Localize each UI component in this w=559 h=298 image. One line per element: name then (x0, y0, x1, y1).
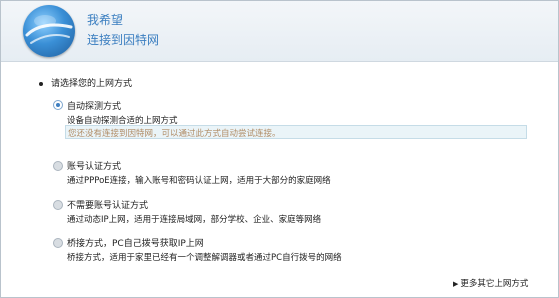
header-subtitle: 连接到因特网 (87, 33, 160, 47)
option-dynamic-ip-desc: 通过动态IP上网，适用于连接局域网，部分学校、企业、家庭等网络 (67, 215, 322, 225)
radio-bridge[interactable] (53, 238, 63, 248)
header-title: 我希望 (87, 13, 124, 27)
bullet-dot (39, 81, 43, 86)
select-method-prompt: 请选择您的上网方式 (39, 76, 132, 89)
option-bridge-desc: 桥接方式，适用于家里已经有一个调整解调器或者通过PC自行拨号的网络 (67, 253, 342, 263)
more-methods-label[interactable]: 更多其它上网方式 (460, 279, 528, 289)
prompt-text: 请选择您的上网方式 (51, 79, 133, 89)
globe-icon (23, 5, 75, 57)
option-pppoe-desc: 通过PPPoE连接，输入账号和密码认证上网，适用于大部分的家庭网络 (67, 176, 331, 186)
radio-pppoe[interactable] (53, 161, 63, 171)
radio-auto-detect[interactable] (53, 100, 63, 110)
window-frame: 我希望 连接到因特网 请选择您的上网方式 自动探测方式 设备自动探测合适的上网方… (0, 0, 559, 298)
header-banner: 我希望 连接到因特网 (1, 1, 558, 62)
radio-dynamic-ip[interactable] (53, 200, 63, 210)
triangle-right-icon: ▶ (453, 280, 459, 288)
hint-text: 您还没有连接到因特网，可以通过此方式自动尝试连接。 (68, 129, 281, 139)
hint-box: 您还没有连接到因特网，可以通过此方式自动尝试连接。 (65, 125, 527, 139)
option-pppoe-title[interactable]: 账号认证方式 (67, 159, 121, 172)
option-dynamic-ip-title[interactable]: 不需要账号认证方式 (67, 198, 148, 211)
option-auto-detect-title[interactable]: 自动探测方式 (67, 99, 121, 112)
more-methods-link[interactable]: ▶ 更多其它上网方式 (453, 277, 528, 289)
option-bridge-title[interactable]: 桥接方式，PC自己拨号获取IP上网 (67, 236, 204, 249)
